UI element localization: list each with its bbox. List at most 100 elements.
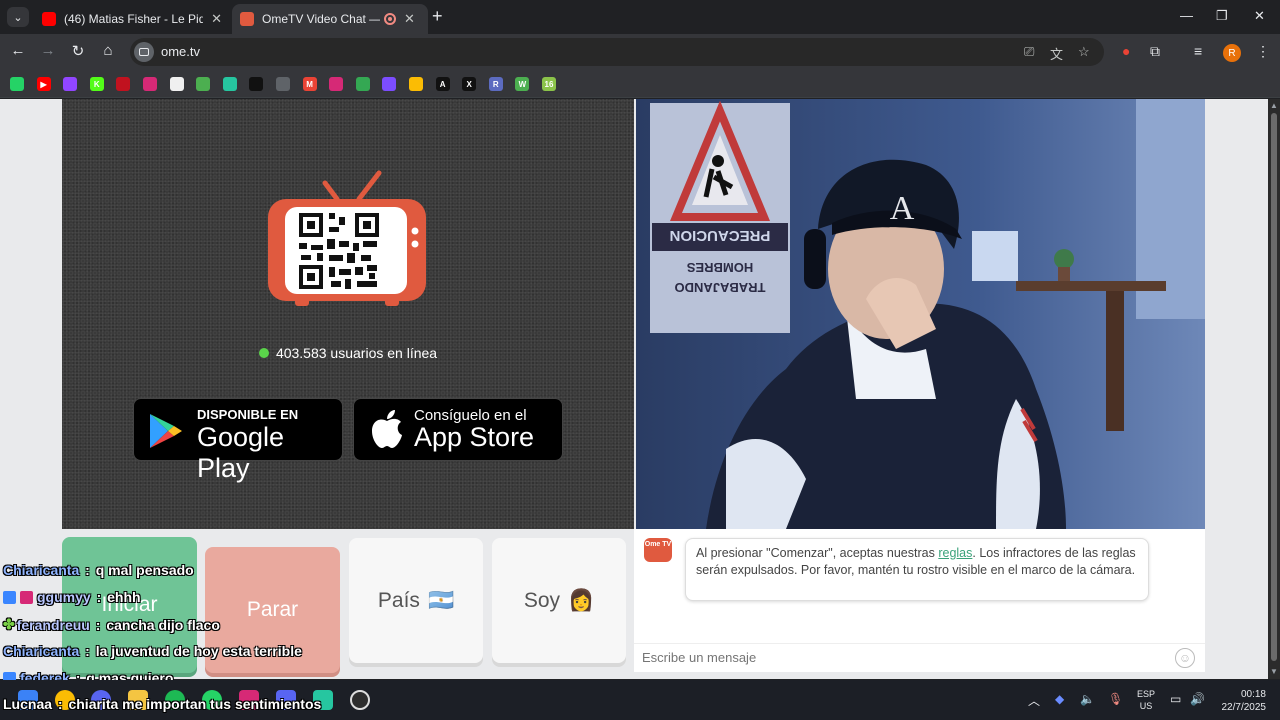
- bookmark-green-icon[interactable]: [222, 77, 237, 91]
- chatgpt-icon[interactable]: [276, 77, 290, 91]
- argentina-flag-icon: 🇦🇷: [427, 588, 455, 612]
- chat-message: ehhh: [107, 589, 141, 605]
- tab-strip: ⌄ (46) Matias Fisher - Le Pido A D ✕ Ome…: [0, 0, 1280, 34]
- volume-icon[interactable]: 🔊: [1190, 692, 1205, 706]
- tab-search-button[interactable]: ⌄: [7, 7, 29, 27]
- ometv-chat-logo-icon: Ome TV: [644, 538, 672, 562]
- install-app-icon[interactable]: ⎚: [1024, 44, 1034, 60]
- adobe-icon[interactable]: A: [435, 77, 450, 91]
- tray-chevron-icon[interactable]: ︿: [1028, 692, 1040, 709]
- menu-icon[interactable]: ⋮: [1256, 43, 1270, 60]
- scrollbar-thumb[interactable]: [1271, 113, 1277, 661]
- scroll-down-icon[interactable]: ▼: [1270, 667, 1278, 676]
- chat-message: q mal pensado: [95, 562, 194, 578]
- bookmark-w-icon[interactable]: W: [515, 77, 530, 91]
- twitch-icon[interactable]: [63, 77, 78, 91]
- tray-app-icon[interactable]: ◆: [1055, 692, 1064, 706]
- bookmark-purple-icon[interactable]: [382, 77, 397, 91]
- whatsapp-icon[interactable]: [10, 77, 24, 91]
- tab-youtube[interactable]: (46) Matias Fisher - Le Pido A D ✕: [34, 4, 230, 34]
- new-tab-button[interactable]: +: [432, 6, 443, 27]
- chat-input-bar: ☺: [634, 643, 1205, 672]
- close-window-button[interactable]: ✕: [1254, 8, 1265, 24]
- lang-code: ESP: [1137, 689, 1156, 699]
- back-button[interactable]: ←: [8, 42, 28, 59]
- system-clock[interactable]: 00:18 22/7/2025: [1214, 688, 1267, 714]
- windows-taskbar: Lucnaa : chiarita me importan tus sentim…: [0, 680, 1280, 720]
- recording-icon: [384, 13, 396, 25]
- chat-line: Chiaricanta : q mal pensado: [3, 562, 194, 578]
- gender-select-button[interactable]: Soy 👩: [492, 538, 626, 663]
- chat-username: Lucnaa: [3, 696, 53, 712]
- language-indicator[interactable]: ESP US: [1137, 688, 1155, 712]
- badge-icon: [3, 590, 16, 604]
- sign-line-3: TRABAJANDO: [675, 280, 766, 295]
- drive-icon[interactable]: [409, 77, 423, 91]
- page-scrollbar[interactable]: ▲ ▼: [1268, 99, 1280, 679]
- extension-red-icon[interactable]: ●: [1122, 43, 1130, 59]
- gmail-icon[interactable]: M: [302, 77, 317, 91]
- close-tab-icon[interactable]: ✕: [404, 11, 415, 27]
- chat-username: ggumyy: [37, 589, 91, 605]
- chat-message: la juventud de hoy esta terrible: [95, 643, 302, 659]
- home-button[interactable]: ⌂: [98, 42, 118, 59]
- gender-label: Soy: [523, 588, 561, 612]
- stop-label: Parar: [246, 598, 299, 621]
- google-play-button[interactable]: DISPONIBLE EN Google Play: [133, 398, 343, 483]
- maximize-button[interactable]: ❐: [1216, 8, 1228, 24]
- emoji-picker-icon[interactable]: ☺: [1175, 648, 1195, 668]
- instagram-icon[interactable]: [143, 77, 157, 91]
- tiktok-icon[interactable]: [249, 77, 264, 91]
- media-controls-icon[interactable]: ≡: [1194, 43, 1202, 59]
- chat-line: ggumyy : ehhh: [3, 589, 141, 605]
- chevron-down-icon: ⌄: [13, 11, 23, 24]
- kick-icon[interactable]: K: [89, 77, 104, 91]
- ometv-favicon-icon: [240, 12, 254, 26]
- rules-link[interactable]: reglas: [938, 546, 972, 560]
- scroll-up-icon[interactable]: ▲: [1270, 101, 1278, 110]
- chat-line: Lucnaa : chiarita me importan tus sentim…: [3, 696, 322, 712]
- apple-icon: [372, 410, 402, 448]
- partner-video-area: 403.583 usuarios en línea DISPONIBLE EN …: [62, 99, 634, 529]
- browser-toolbar: ← → ↻ ⌂ ome.tv ⎚ 文 ☆ ● ⧉ ≡ ⋮: [0, 34, 1280, 70]
- chat-username: Chiaricanta: [3, 562, 80, 578]
- bookmark-star-icon[interactable]: ☆: [1078, 44, 1090, 60]
- forward-button[interactable]: →: [38, 42, 58, 59]
- bookmark-16-icon[interactable]: 16: [542, 77, 556, 91]
- translate-icon[interactable]: 文: [1050, 44, 1063, 63]
- address-bar[interactable]: ome.tv ⎚ 文 ☆: [130, 38, 1104, 66]
- self-webcam-video: PRECAUCION HOMBRES TRABAJANDO A: [636, 99, 1205, 529]
- clock-time: 00:18: [1240, 689, 1266, 700]
- close-tab-icon[interactable]: ✕: [211, 11, 222, 27]
- bookmark-multi-icon[interactable]: [196, 77, 211, 91]
- reload-button[interactable]: ↻: [68, 42, 88, 60]
- instagram-icon-2[interactable]: [329, 77, 344, 91]
- badge-icon: [20, 590, 33, 604]
- site-info-icon[interactable]: [134, 42, 154, 62]
- app-store-button[interactable]: Consíguelo en el App Store: [353, 398, 563, 461]
- webcam-scene-image: PRECAUCION HOMBRES TRABAJANDO A: [636, 99, 1205, 529]
- maps-icon[interactable]: [355, 77, 370, 91]
- tab-ometv[interactable]: OmeTV Video Chat — Ome ✕: [232, 4, 428, 34]
- ometv-qr-logo-icon: [268, 170, 426, 306]
- country-label: País: [377, 588, 420, 612]
- profile-avatar[interactable]: R: [1223, 44, 1241, 62]
- rules-notice-bubble: Al presionar "Comenzar", aceptas nuestra…: [685, 538, 1149, 601]
- sign-line-2: HOMBRES: [686, 260, 753, 275]
- x-icon[interactable]: X: [462, 77, 477, 91]
- keyboard-layout: US: [1139, 701, 1153, 711]
- ometv-page: 403.583 usuarios en línea DISPONIBLE EN …: [0, 99, 1268, 679]
- tray-volume-muted-icon[interactable]: 🔈: [1080, 692, 1095, 706]
- network-icon[interactable]: ▭: [1170, 692, 1181, 706]
- clock-date: 22/7/2025: [1221, 702, 1267, 713]
- obs-icon[interactable]: [350, 690, 370, 710]
- bookmark-red-icon[interactable]: [116, 77, 131, 91]
- youtube-icon[interactable]: ▶: [36, 77, 51, 91]
- github-icon[interactable]: [169, 77, 184, 91]
- tray-microphone-icon[interactable]: 🎙: [1108, 692, 1123, 706]
- country-select-button[interactable]: País 🇦🇷: [349, 538, 483, 663]
- chat-message-input[interactable]: [642, 650, 1162, 665]
- bookmark-r-icon[interactable]: R: [488, 77, 503, 91]
- extensions-icon[interactable]: ⧉: [1150, 43, 1160, 60]
- minimize-button[interactable]: —: [1180, 8, 1193, 23]
